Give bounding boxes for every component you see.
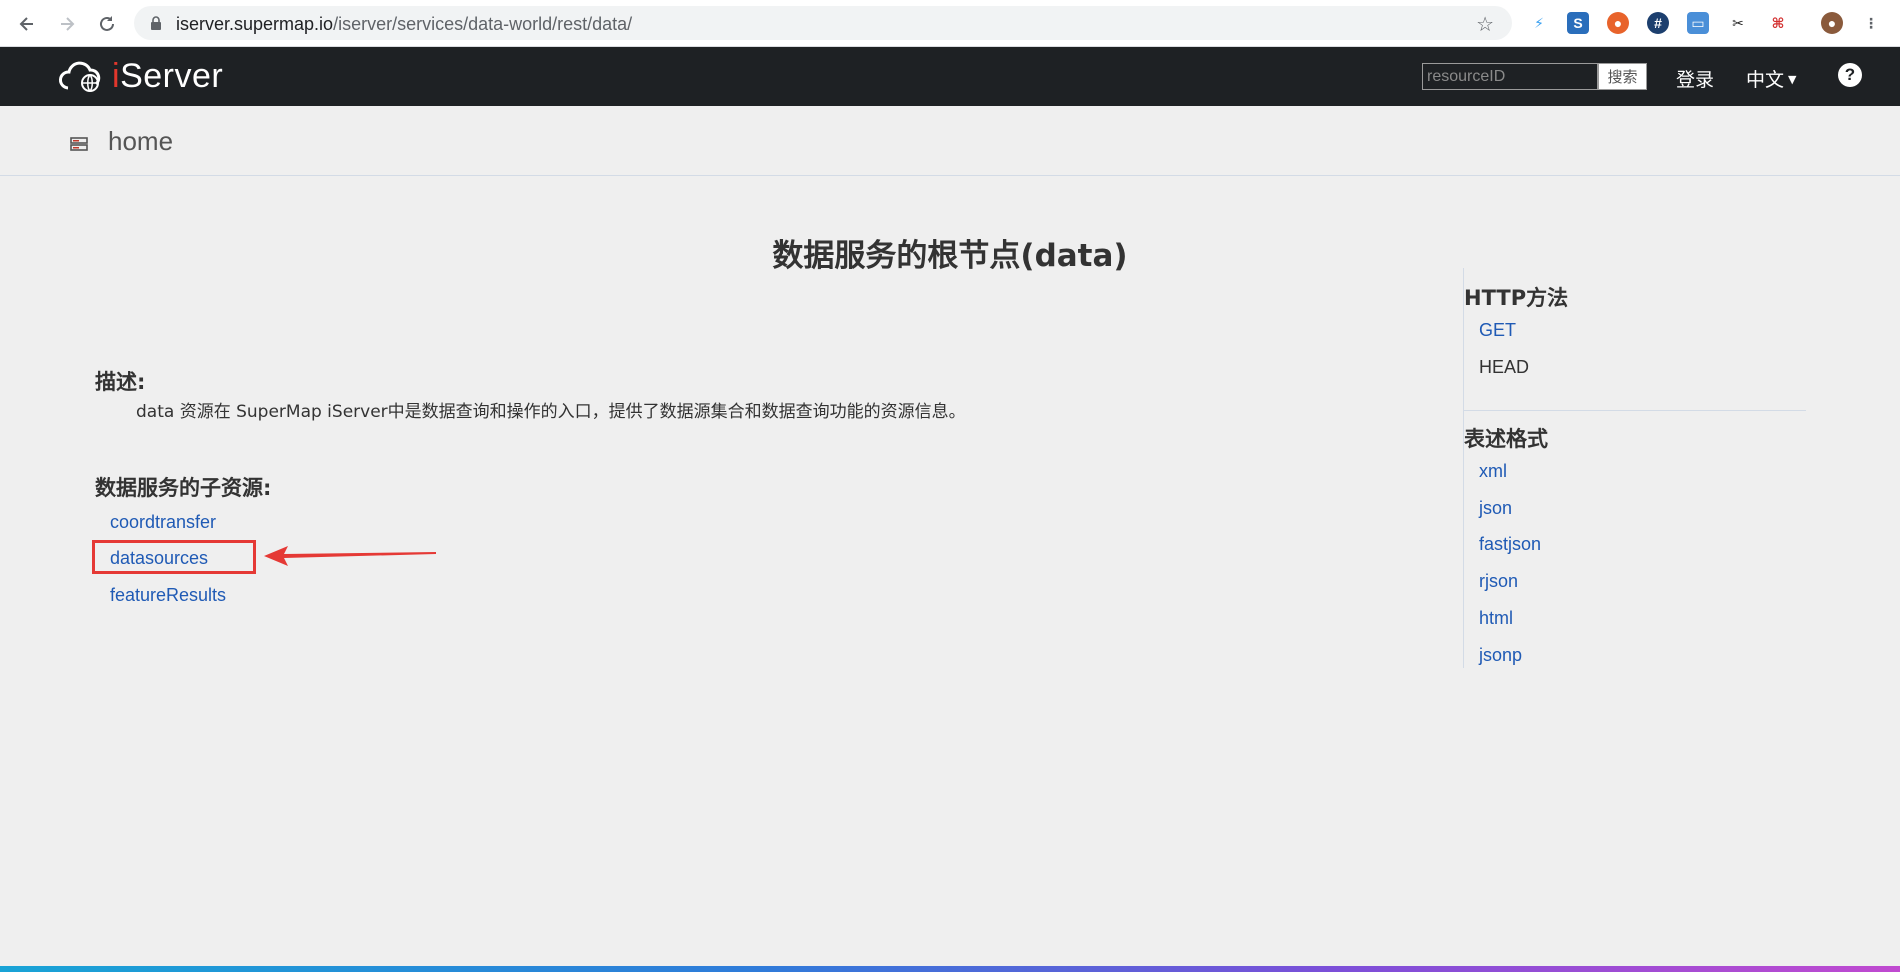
- browser-menu-icon[interactable]: ⋮: [1860, 12, 1882, 34]
- formats-heading: 表述格式: [1464, 427, 1548, 451]
- red-arrow-annotation: [264, 546, 436, 566]
- breadcrumb-home[interactable]: home: [108, 126, 173, 157]
- login-link[interactable]: 登录: [1676, 65, 1714, 92]
- help-icon[interactable]: ?: [1838, 63, 1862, 87]
- forward-icon[interactable]: [54, 11, 80, 37]
- format-fastjson-link[interactable]: fastjson: [1479, 534, 1541, 555]
- scissors-extension-icon[interactable]: ✂: [1727, 12, 1749, 34]
- format-json-link[interactable]: json: [1479, 498, 1512, 519]
- reload-icon[interactable]: [94, 11, 120, 37]
- resource-id-input[interactable]: [1422, 63, 1598, 90]
- bookmark-star-icon[interactable]: ☆: [1476, 12, 1494, 37]
- back-icon[interactable]: [14, 11, 40, 37]
- s-extension-icon[interactable]: S: [1567, 12, 1589, 34]
- child-link-coordtransfer[interactable]: coordtransfer: [110, 512, 216, 533]
- profile-avatar[interactable]: ●: [1821, 12, 1843, 34]
- lock-icon: [151, 16, 161, 30]
- description-text: data 资源在 SuperMap iServer中是数据查询和操作的入口，提供…: [136, 402, 966, 422]
- children-heading: 数据服务的子资源:: [95, 476, 272, 500]
- address-bar[interactable]: iserver.supermap.io/iserver/services/dat…: [134, 6, 1512, 40]
- format-xml-link[interactable]: xml: [1479, 461, 1507, 482]
- pdf-extension-icon[interactable]: ⌘: [1767, 12, 1789, 34]
- browser-toolbar: iserver.supermap.io/iserver/services/dat…: [0, 0, 1900, 47]
- url-text: iserver.supermap.io/iserver/services/dat…: [176, 14, 633, 34]
- format-html-link[interactable]: html: [1479, 608, 1513, 629]
- description-heading: 描述:: [95, 370, 146, 394]
- server-icon: [70, 137, 88, 151]
- logo-text: iServer: [112, 56, 224, 95]
- search-button[interactable]: 搜索: [1598, 63, 1647, 90]
- app-header: iServer 搜索 登录 中文▼ ?: [0, 47, 1900, 106]
- child-link-featureresults[interactable]: featureResults: [110, 585, 226, 606]
- iserver-logo[interactable]: iServer: [58, 55, 223, 97]
- http-methods-heading: HTTP方法: [1464, 286, 1569, 310]
- cloud-globe-icon: [59, 61, 101, 92]
- method-head-label: HEAD: [1479, 357, 1530, 377]
- side-panel: HTTP方法 GET HEAD 表述格式 xml json fastjson r…: [1463, 268, 1806, 668]
- breadcrumb: home: [0, 106, 1900, 176]
- firefox-extension-icon[interactable]: ●: [1607, 12, 1629, 34]
- bolt-extension-icon[interactable]: ⚡: [1528, 12, 1550, 34]
- caret-down-icon: ▼: [1788, 73, 1797, 86]
- format-jsonp-link[interactable]: jsonp: [1479, 645, 1522, 666]
- format-rjson-link[interactable]: rjson: [1479, 571, 1518, 592]
- highlight-annotation-box: [92, 540, 256, 574]
- hash-extension-icon[interactable]: #: [1647, 12, 1669, 34]
- taskbar-accent-strip: [0, 966, 1900, 972]
- language-dropdown[interactable]: 中文 ▼: [1746, 65, 1796, 92]
- language-label: 中文: [1746, 69, 1785, 91]
- chat-extension-icon[interactable]: ▭: [1687, 12, 1709, 34]
- side-divider: [1464, 410, 1806, 411]
- method-get-link[interactable]: GET: [1479, 320, 1516, 341]
